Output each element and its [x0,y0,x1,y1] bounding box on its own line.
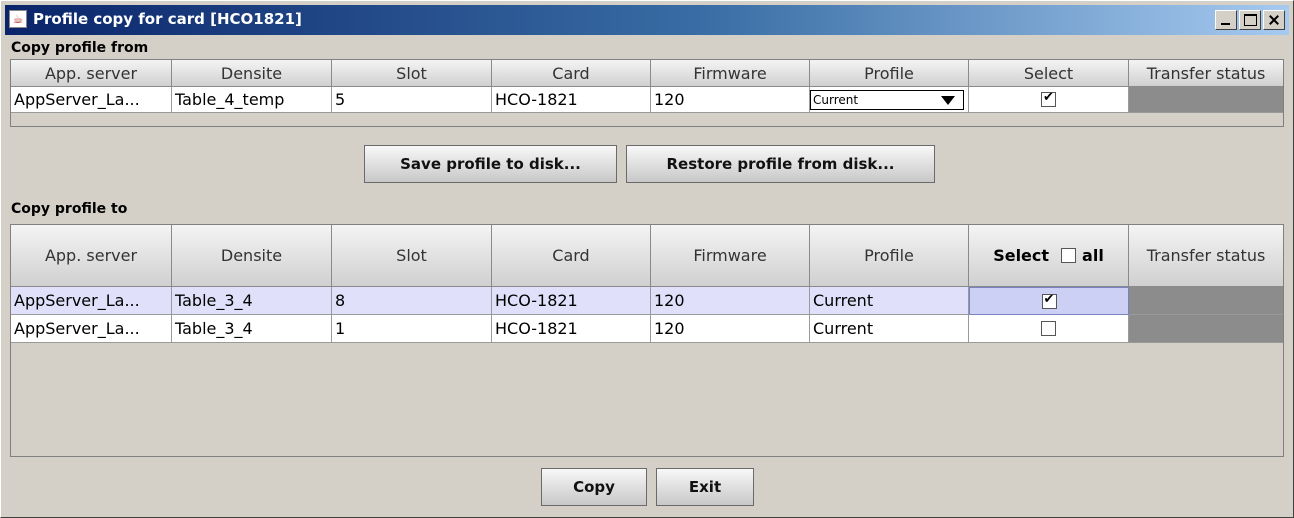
select-cell [969,287,1129,315]
select-header-label: Select [993,246,1050,265]
close-button[interactable] [1263,10,1285,30]
dropdown-arrow-icon[interactable] [941,95,955,105]
slot-cell[interactable]: 8 [332,287,492,315]
table-row[interactable]: AppServer_La... Table_3_4 1 HCO-1821 120… [11,315,1283,343]
restore-profile-button[interactable]: Restore profile from disk... [626,145,935,183]
select-all-control: Select all [993,246,1104,265]
card-cell[interactable]: HCO-1821 [492,287,651,315]
column-header-profile[interactable]: Profile [810,225,969,287]
target-table: App. server Densite Slot Card Firmware P… [10,224,1284,457]
column-header-slot[interactable]: Slot [332,225,492,287]
table-row[interactable]: AppServer_La... Table_4_temp 5 HCO-1821 … [11,87,1283,113]
source-select-checkbox[interactable] [1041,90,1056,107]
column-header-transfer-status[interactable]: Transfer status [1129,225,1283,287]
transfer-status-cell [1129,87,1283,113]
densite-cell[interactable]: Table_3_4 [172,315,332,343]
row-select-checkbox[interactable] [1041,292,1057,309]
column-header-select: Select all [969,225,1129,287]
column-header-profile[interactable]: Profile [810,60,969,87]
profile-dropdown[interactable]: Current [810,89,964,110]
profile-dropdown-value: Current [813,92,859,107]
slot-cell[interactable]: 1 [332,315,492,343]
firmware-cell[interactable]: 120 [651,287,810,315]
select-cell [969,87,1129,113]
firmware-cell[interactable]: 120 [651,87,810,113]
column-header-transfer-status[interactable]: Transfer status [1129,60,1283,87]
app-server-cell[interactable]: AppServer_La... [11,315,172,343]
copy-from-label: Copy profile from [11,40,149,56]
copy-to-label: Copy profile to [11,201,128,217]
select-all-checkbox[interactable] [1061,248,1077,263]
column-header-firmware[interactable]: Firmware [651,225,810,287]
firmware-cell[interactable]: 120 [651,315,810,343]
column-header-firmware[interactable]: Firmware [651,60,810,87]
app-server-cell[interactable]: AppServer_La... [11,87,172,113]
column-header-select[interactable]: Select [969,60,1129,87]
maximize-button[interactable] [1239,10,1261,30]
window-title: Profile copy for card [HCO1821] [33,10,302,28]
densite-cell[interactable]: Table_3_4 [172,287,332,315]
table-row[interactable]: AppServer_La... Table_3_4 8 HCO-1821 120… [11,287,1283,315]
column-header-densite[interactable]: Densite [172,60,332,87]
copy-button[interactable]: Copy [541,468,647,506]
title-bar[interactable]: ☕ Profile copy for card [HCO1821] [5,5,1289,35]
profile-cell: Current [810,87,969,113]
card-cell[interactable]: HCO-1821 [492,87,651,113]
column-header-densite[interactable]: Densite [172,225,332,287]
source-table: App. server Densite Slot Card Firmware P… [10,59,1284,127]
java-cup-icon: ☕ [9,10,27,28]
column-header-card[interactable]: Card [492,225,651,287]
profile-cell[interactable]: Current [810,315,969,343]
window-controls [1215,10,1285,30]
slot-cell[interactable]: 5 [332,87,492,113]
exit-button[interactable]: Exit [656,468,754,506]
table-empty-area[interactable] [11,343,1283,456]
minimize-button[interactable] [1215,10,1237,30]
card-cell[interactable]: HCO-1821 [492,315,651,343]
column-header-app-server[interactable]: App. server [11,225,172,287]
transfer-status-cell [1129,287,1283,315]
densite-cell[interactable]: Table_4_temp [172,87,332,113]
transfer-status-cell [1129,315,1283,343]
column-header-slot[interactable]: Slot [332,60,492,87]
select-all-label: all [1082,246,1104,265]
select-cell [969,315,1129,343]
column-header-app-server[interactable]: App. server [11,60,172,87]
row-select-checkbox[interactable] [1041,321,1056,336]
app-server-cell[interactable]: AppServer_La... [11,287,172,315]
column-header-card[interactable]: Card [492,60,651,87]
source-header-row: App. server Densite Slot Card Firmware P… [11,60,1283,87]
target-header-row: App. server Densite Slot Card Firmware P… [11,225,1283,287]
save-profile-button[interactable]: Save profile to disk... [364,145,617,183]
profile-cell[interactable]: Current [810,287,969,315]
profile-copy-window: ☕ Profile copy for card [HCO1821] Copy p… [0,0,1294,518]
